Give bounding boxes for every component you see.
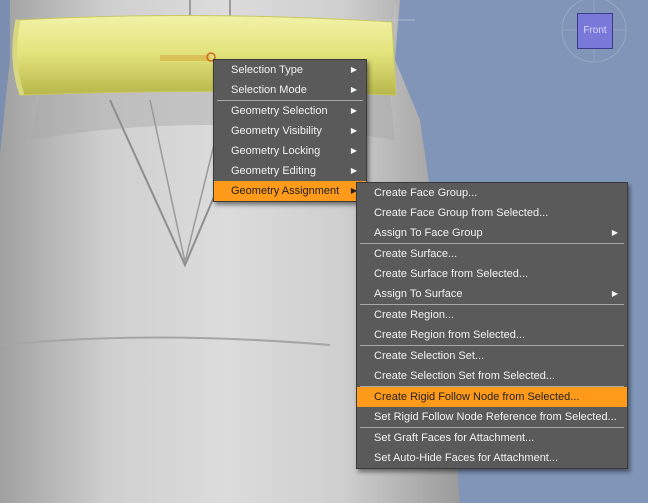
view-cube-icon[interactable]: Front [577, 13, 613, 49]
menu-item-set-graft-faces[interactable]: Set Graft Faces for Attachment... [357, 428, 627, 448]
menu-item-label: Create Face Group from Selected... [374, 207, 549, 219]
menu-item-assign-to-surface[interactable]: Assign To Surface ▶ [357, 284, 627, 304]
menu-item-label: Geometry Assignment [231, 185, 340, 197]
menu-item-label: Geometry Visibility [231, 125, 322, 137]
menu-item-label: Create Region... [374, 309, 455, 321]
menu-item-create-rigid-follow-node[interactable]: Create Rigid Follow Node from Selected..… [357, 387, 627, 407]
menu-item-selection-type[interactable]: Selection Type ▶ [214, 60, 366, 80]
submenu-arrow-icon: ▶ [350, 166, 357, 175]
submenu-arrow-icon: ▶ [350, 65, 357, 74]
menu-item-label: Set Rigid Follow Node Reference from Sel… [374, 411, 617, 423]
menu-item-label: Assign To Surface [374, 288, 463, 300]
menu-item-label: Geometry Editing [231, 165, 316, 177]
menu-item-label: Assign To Face Group [374, 227, 483, 239]
submenu-arrow-icon: ▶ [350, 146, 357, 155]
menu-item-create-selection-set-from-selected[interactable]: Create Selection Set from Selected... [357, 366, 627, 386]
menu-item-geometry-visibility[interactable]: Geometry Visibility ▶ [214, 121, 366, 141]
context-menu: Selection Type ▶ Selection Mode ▶ Geomet… [213, 59, 367, 202]
menu-item-create-region-from-selected[interactable]: Create Region from Selected... [357, 325, 627, 345]
menu-item-create-face-group[interactable]: Create Face Group... [357, 183, 627, 203]
menu-item-selection-mode[interactable]: Selection Mode ▶ [214, 80, 366, 100]
menu-item-label: Create Face Group... [374, 187, 478, 199]
menu-item-label: Selection Mode [231, 84, 307, 96]
menu-item-label: Set Auto-Hide Faces for Attachment... [374, 452, 559, 464]
menu-item-geometry-selection[interactable]: Geometry Selection ▶ [214, 101, 366, 121]
geometry-assignment-submenu: Create Face Group... Create Face Group f… [356, 182, 628, 469]
menu-item-create-face-group-from-selected[interactable]: Create Face Group from Selected... [357, 203, 627, 223]
view-cube-label: Front [583, 25, 607, 36]
menu-item-label: Create Surface from Selected... [374, 268, 529, 280]
menu-item-create-region[interactable]: Create Region... [357, 305, 627, 325]
menu-item-set-auto-hide-faces[interactable]: Set Auto-Hide Faces for Attachment... [357, 448, 627, 468]
menu-item-label: Create Selection Set from Selected... [374, 370, 555, 382]
menu-item-label: Create Rigid Follow Node from Selected..… [374, 391, 580, 403]
menu-item-geometry-editing[interactable]: Geometry Editing ▶ [214, 161, 366, 181]
menu-item-label: Geometry Locking [231, 145, 321, 157]
menu-item-label: Create Region from Selected... [374, 329, 526, 341]
menu-item-create-selection-set[interactable]: Create Selection Set... [357, 346, 627, 366]
menu-item-label: Set Graft Faces for Attachment... [374, 432, 535, 444]
menu-item-set-rigid-follow-node-reference[interactable]: Set Rigid Follow Node Reference from Sel… [357, 407, 627, 427]
menu-item-geometry-locking[interactable]: Geometry Locking ▶ [214, 141, 366, 161]
submenu-arrow-icon: ▶ [350, 126, 357, 135]
menu-item-label: Create Surface... [374, 248, 458, 260]
submenu-arrow-icon: ▶ [611, 289, 618, 298]
menu-item-geometry-assignment[interactable]: Geometry Assignment ▶ [214, 181, 366, 201]
submenu-arrow-icon: ▶ [350, 106, 357, 115]
menu-item-assign-to-face-group[interactable]: Assign To Face Group ▶ [357, 223, 627, 243]
menu-item-label: Geometry Selection [231, 105, 328, 117]
menu-item-create-surface-from-selected[interactable]: Create Surface from Selected... [357, 264, 627, 284]
submenu-arrow-icon: ▶ [350, 85, 357, 94]
menu-item-label: Create Selection Set... [374, 350, 485, 362]
menu-item-create-surface[interactable]: Create Surface... [357, 244, 627, 264]
submenu-arrow-icon: ▶ [611, 228, 618, 237]
menu-item-label: Selection Type [231, 64, 303, 76]
